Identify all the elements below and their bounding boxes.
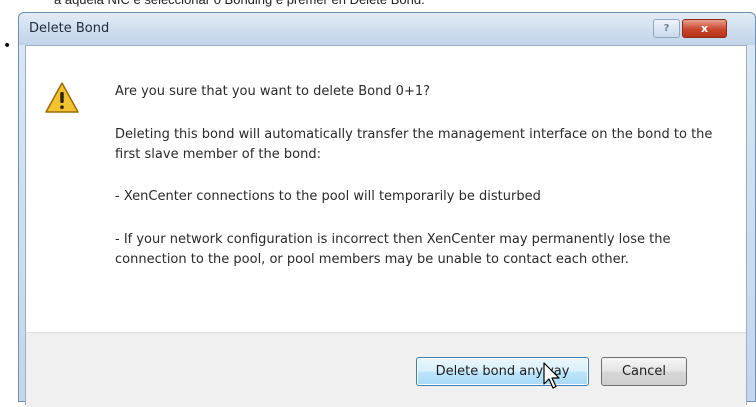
help-button[interactable]: ? — [653, 19, 680, 38]
warning-paragraph-2: - XenCenter connections to the pool will… — [115, 189, 541, 204]
page-heading-text: a aquela NIC e seleccionar o Bonding e p… — [0, 0, 756, 8]
help-icon: ? — [663, 23, 670, 34]
list-bullet: • — [3, 38, 12, 54]
dialog-title: Delete Bond — [29, 21, 110, 36]
close-icon: x — [700, 22, 709, 35]
mouse-cursor-icon — [543, 362, 560, 389]
confirmation-question: Are you sure that you want to delete Bon… — [115, 84, 431, 99]
cancel-button[interactable]: Cancel — [601, 357, 687, 386]
warning-icon — [45, 82, 79, 113]
delete-bond-anyway-button[interactable]: Delete bond anyway — [416, 357, 589, 386]
delete-bond-dialog: Delete Bond ? x Are you sure that you wa… — [18, 12, 756, 407]
dialog-button-bar: Delete bond anyway Cancel — [26, 332, 746, 407]
close-button[interactable]: x — [682, 19, 727, 38]
warning-paragraph-3: - If your network configuration is incor… — [115, 232, 671, 267]
dialog-body: Are you sure that you want to delete Bon… — [25, 45, 747, 407]
warning-paragraph-1: Deleting this bond will automatically tr… — [115, 127, 713, 162]
dialog-title-bar[interactable]: Delete Bond ? x — [19, 13, 755, 45]
